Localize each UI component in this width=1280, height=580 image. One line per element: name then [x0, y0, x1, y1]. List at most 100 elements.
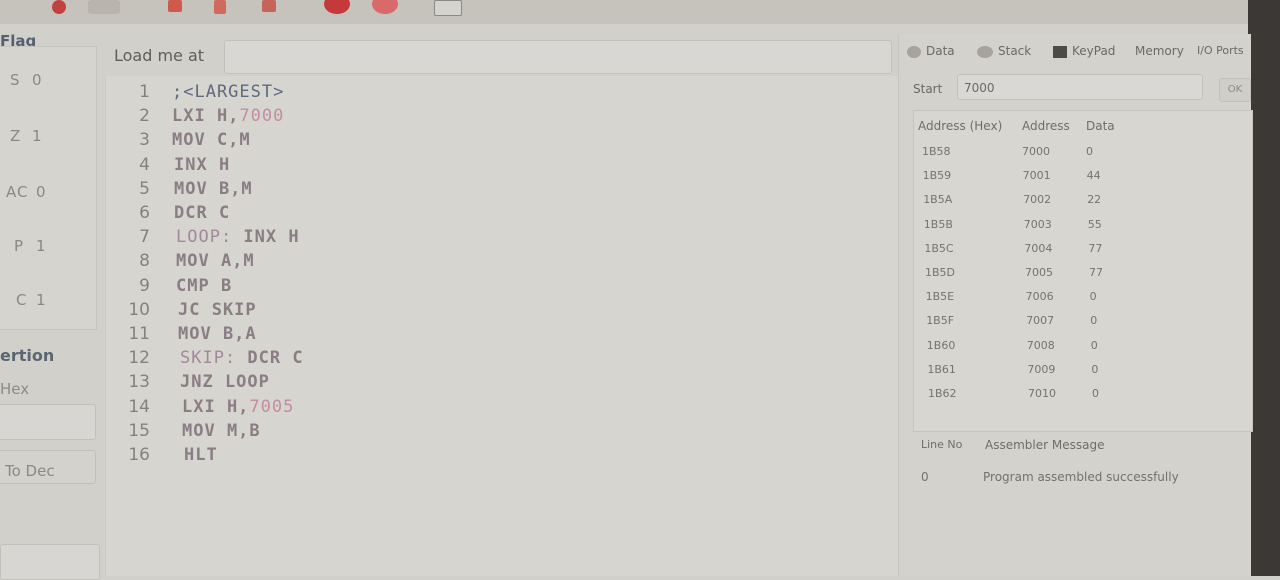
mem-address: 7006	[1025, 290, 1054, 304]
code-token: INX H	[232, 227, 300, 248]
mem-address: 7010	[1028, 387, 1056, 400]
tool-icon[interactable]	[88, 0, 120, 14]
code-token: INX H	[174, 154, 231, 175]
load-label: Load me at	[114, 46, 205, 65]
code-token: LOOP:	[176, 227, 233, 248]
tab-data-label: Data	[926, 44, 955, 58]
ok-button[interactable]: OK	[1219, 78, 1251, 102]
line-number: 16	[128, 445, 150, 465]
mem-data: 0	[1089, 290, 1097, 304]
mem-address: 7007	[1026, 314, 1055, 328]
mem-address-hex: 1B60	[926, 338, 956, 352]
flag-panel: S0 Z1 AC 0 P1 C1	[0, 46, 97, 330]
flag-value: 1	[32, 127, 43, 145]
code-token: 7000	[239, 106, 285, 127]
code-token: MOV B,A	[178, 324, 257, 344]
load-address-input[interactable]	[224, 40, 892, 74]
code-token: ;<LARGEST>	[172, 82, 285, 102]
line-number: 3	[139, 130, 150, 151]
code-token: MOV A,M	[176, 251, 255, 272]
to-dec-button[interactable]: To Dec	[0, 450, 96, 484]
memory-panel: Data Stack KeyPad Memory I/O Ports Start…	[898, 34, 1253, 576]
code-text: MOV A,M	[176, 249, 255, 273]
mem-address-hex: 1B5A	[923, 193, 953, 207]
code-token: 7005	[249, 396, 295, 417]
conversion-title: ertion	[0, 346, 55, 365]
code-text: INX H	[174, 153, 230, 177]
col-header-data: Data	[1086, 119, 1115, 133]
line-number: 6	[139, 203, 150, 223]
line-number: 7	[139, 227, 150, 248]
flag-value: 0	[32, 71, 43, 89]
start-address-input[interactable]: 7000	[957, 74, 1203, 100]
mem-data: 0	[1086, 145, 1093, 158]
message-line-no: 0	[921, 470, 929, 484]
mem-address-hex: 1B5D	[925, 266, 956, 279]
tab-memory-label: Memory	[1135, 44, 1184, 58]
mem-address: 7004	[1024, 241, 1053, 255]
code-text: MOV B,A	[178, 322, 257, 346]
step-icon[interactable]	[214, 0, 226, 14]
line-number: 10	[128, 299, 150, 320]
tab-io-ports-label: I/O Ports	[1197, 44, 1244, 57]
hex-label: Hex	[0, 380, 30, 398]
code-token: HLT	[184, 445, 218, 465]
toolbar	[0, 0, 1280, 24]
mem-data: 77	[1089, 266, 1103, 279]
code-editor[interactable]: 1 ;<LARGEST> 2 LXI H,7000 3 MOV C,M 4 INX H 5 MOV…	[106, 76, 902, 576]
mem-address-hex: 1B59	[922, 169, 952, 183]
mem-data: 0	[1091, 362, 1099, 376]
flag-name: Z	[10, 127, 22, 145]
line-number: 4	[139, 154, 150, 175]
col-header-hex: Address (Hex)	[918, 119, 1003, 133]
code-text: MOV B,M	[174, 177, 253, 201]
tab-memory[interactable]: Memory	[1135, 44, 1184, 58]
arrow-icon[interactable]	[168, 0, 182, 12]
code-token: JC SKIP	[178, 299, 257, 320]
code-text: DCR C	[174, 201, 230, 225]
mem-address: 7002	[1023, 193, 1052, 207]
mem-address-hex: 1B5F	[926, 314, 955, 328]
code-token: LXI H,	[172, 106, 240, 127]
code-text: CMP B	[176, 274, 232, 298]
mem-address-hex: 1B61	[927, 362, 956, 376]
stop-icon[interactable]	[324, 0, 350, 14]
flag-value: 1	[36, 291, 47, 309]
code-text: LOOP: INX H	[176, 225, 300, 249]
flag-value: 1	[36, 237, 47, 255]
dec-output[interactable]	[0, 544, 100, 580]
code-text: MOV M,B	[182, 419, 261, 443]
tab-io-ports[interactable]: I/O Ports	[1197, 44, 1244, 57]
code-token: MOV B,M	[174, 178, 253, 199]
mem-data: 22	[1087, 193, 1102, 207]
tab-data[interactable]: Data	[907, 44, 955, 58]
mem-address: 7009	[1027, 362, 1056, 376]
memory-table[interactable]: Address (Hex) Address Data 1B58 7000 0 1B59…	[913, 110, 1253, 432]
close-icon[interactable]	[372, 0, 398, 14]
tab-stack[interactable]: Stack	[977, 44, 1031, 58]
code-token: CMP B	[176, 275, 233, 296]
col-header-address: Address	[1022, 119, 1070, 133]
line-number: 5	[139, 178, 150, 199]
flag-name: C	[16, 291, 28, 309]
fullscreen-icon[interactable]	[434, 0, 462, 16]
flag-p: P1	[0, 237, 96, 255]
record-icon[interactable]	[52, 0, 66, 14]
flag-ac: AC 0	[0, 183, 96, 201]
gear-icon	[907, 45, 921, 58]
mem-data: 55	[1087, 217, 1102, 231]
col-header-assembler-message: Assembler Message	[985, 438, 1105, 452]
code-token: DCR C	[174, 203, 231, 223]
line-number: 1	[139, 82, 150, 102]
mem-data: 77	[1088, 241, 1103, 255]
code-text: MOV C,M	[172, 128, 251, 152]
tab-keypad[interactable]: KeyPad	[1053, 44, 1115, 58]
mem-address: 7003	[1023, 217, 1052, 231]
hex-input[interactable]	[0, 404, 96, 440]
code-token: SKIP:	[180, 348, 237, 369]
code-text: HLT	[184, 443, 218, 467]
back-icon[interactable]	[262, 0, 276, 12]
code-text: JNZ LOOP	[180, 370, 270, 394]
line-number: 2	[139, 106, 150, 127]
mem-data: 0	[1090, 338, 1098, 352]
